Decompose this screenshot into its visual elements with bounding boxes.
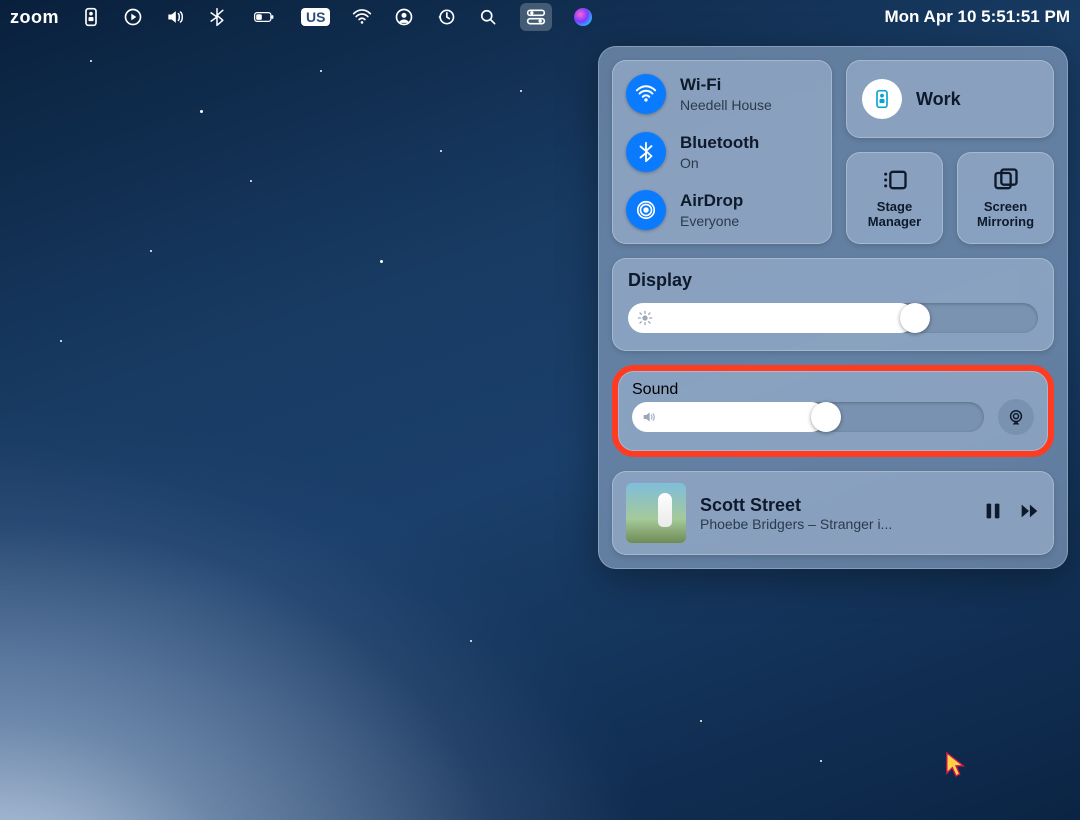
- brightness-icon: [637, 310, 653, 326]
- airdrop-subtitle: Everyone: [680, 213, 743, 229]
- app-name[interactable]: zoom: [10, 7, 59, 28]
- cursor-icon: [945, 750, 967, 778]
- siri-icon[interactable]: [574, 8, 592, 26]
- stage-manager-tile[interactable]: Stage Manager: [846, 152, 943, 244]
- now-playing-tile[interactable]: Scott Street Phoebe Bridgers – Stranger …: [612, 471, 1054, 555]
- next-track-button[interactable]: [1018, 500, 1040, 527]
- battery-icon[interactable]: [249, 7, 279, 27]
- display-tile: Display: [612, 258, 1054, 351]
- wifi-icon[interactable]: [352, 7, 372, 27]
- menubar-datetime[interactable]: Mon Apr 10 5:51:51 PM: [885, 7, 1070, 27]
- control-center-menubar-button[interactable]: [520, 3, 552, 31]
- stage-manager-icon: [881, 166, 909, 194]
- badge-icon[interactable]: [81, 7, 101, 27]
- bluetooth-title: Bluetooth: [680, 133, 759, 153]
- sound-heading: Sound: [632, 381, 1034, 399]
- spotlight-icon[interactable]: [478, 7, 498, 27]
- focus-label: Work: [916, 89, 961, 110]
- connectivity-tile: Wi-Fi Needell House Bluetooth On AirDr: [612, 60, 832, 244]
- menubar: zoom US: [0, 0, 1080, 34]
- airplay-icon: [1006, 407, 1026, 427]
- now-playing-subtitle: Phoebe Bridgers – Stranger i...: [700, 516, 968, 532]
- airplay-audio-button[interactable]: [998, 399, 1034, 435]
- screen-mirroring-tile[interactable]: Screen Mirroring: [957, 152, 1054, 244]
- user-icon[interactable]: [394, 7, 414, 27]
- bluetooth-icon: [626, 132, 666, 172]
- speaker-icon: [641, 409, 657, 425]
- screen-mirroring-label: Screen Mirroring: [977, 200, 1034, 230]
- display-heading: Display: [628, 270, 1038, 291]
- screen-mirroring-icon: [992, 166, 1020, 194]
- sound-tile-annotated: Sound: [612, 365, 1054, 457]
- input-source-badge[interactable]: US: [301, 8, 330, 26]
- focus-work-icon: [862, 79, 902, 119]
- play-circle-icon[interactable]: [123, 7, 143, 27]
- volume-icon[interactable]: [165, 7, 185, 27]
- wifi-title: Wi-Fi: [680, 75, 772, 95]
- bluetooth-icon[interactable]: [207, 7, 227, 27]
- wifi-subtitle: Needell House: [680, 97, 772, 113]
- bluetooth-toggle[interactable]: Bluetooth On: [626, 132, 818, 172]
- control-center-panel: Wi-Fi Needell House Bluetooth On AirDr: [598, 46, 1068, 569]
- sound-volume-slider[interactable]: [632, 402, 984, 432]
- wifi-icon: [626, 74, 666, 114]
- wifi-toggle[interactable]: Wi-Fi Needell House: [626, 74, 818, 114]
- control-center-icon: [526, 7, 546, 27]
- airdrop-icon: [626, 190, 666, 230]
- stage-manager-label: Stage Manager: [868, 200, 921, 230]
- bluetooth-subtitle: On: [680, 155, 759, 171]
- airdrop-toggle[interactable]: AirDrop Everyone: [626, 190, 818, 230]
- display-brightness-slider[interactable]: [628, 303, 1038, 333]
- focus-tile[interactable]: Work: [846, 60, 1054, 138]
- now-playing-title: Scott Street: [700, 495, 968, 516]
- pause-button[interactable]: [982, 500, 1004, 527]
- album-art: [626, 483, 686, 543]
- timemachine-icon[interactable]: [436, 7, 456, 27]
- airdrop-title: AirDrop: [680, 191, 743, 211]
